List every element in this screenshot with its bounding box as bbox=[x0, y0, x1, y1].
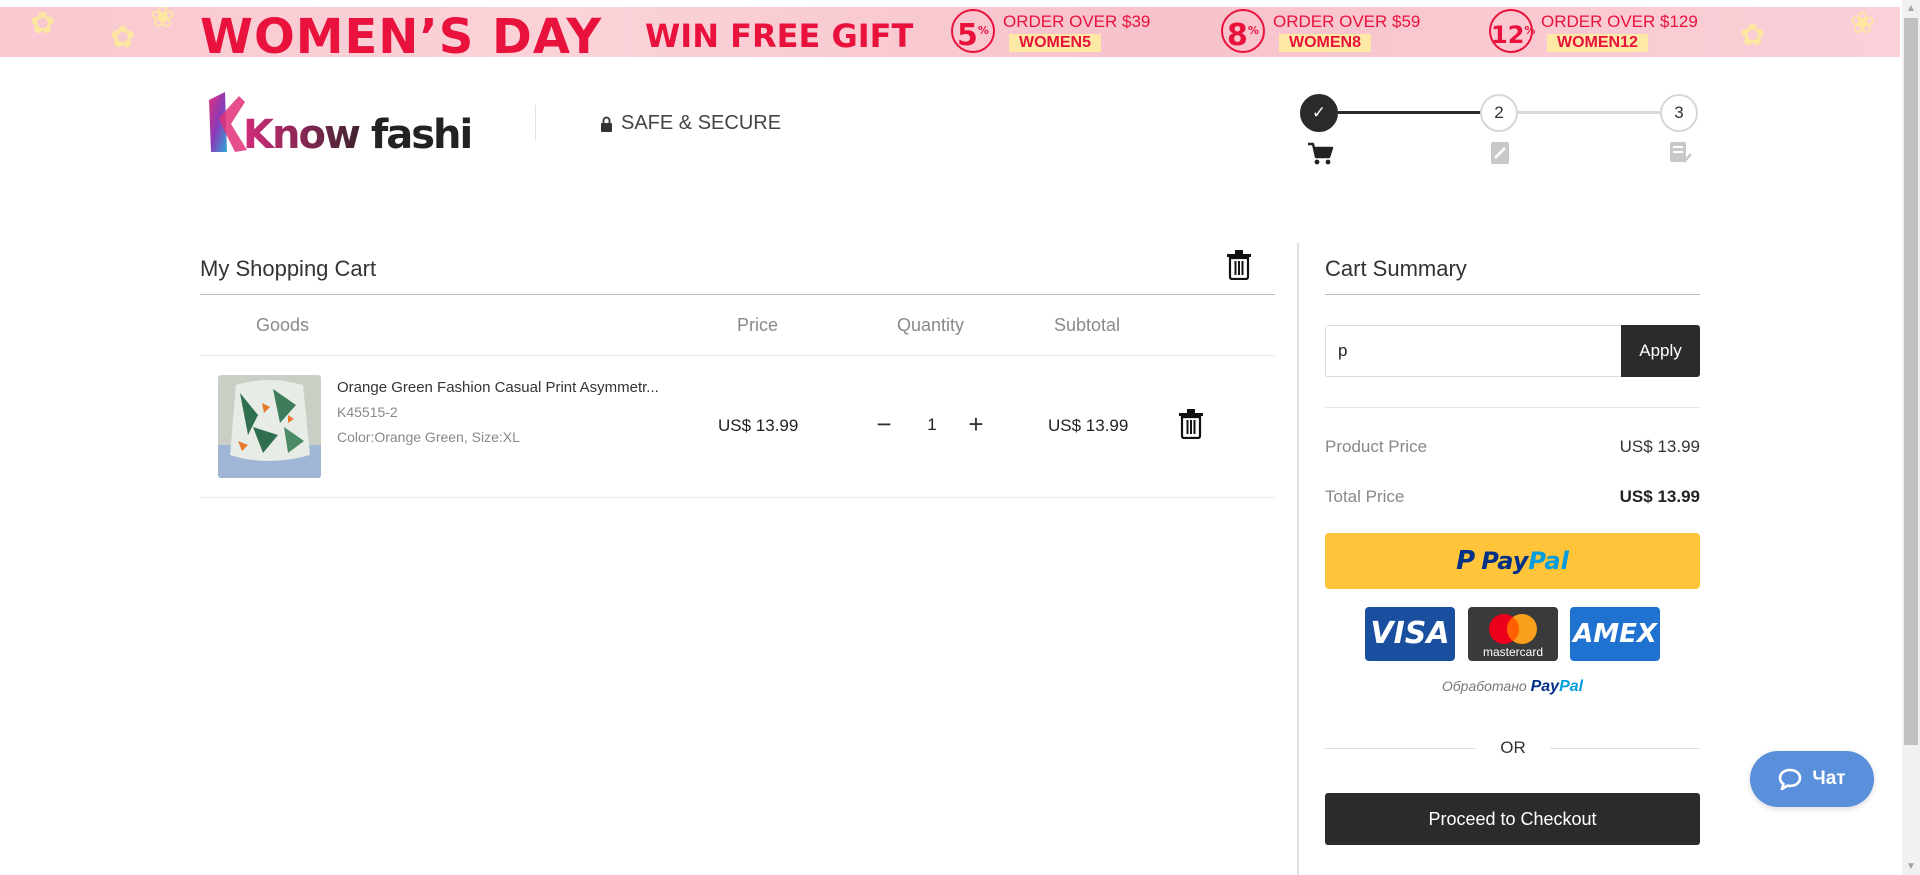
mastercard-label: mastercard bbox=[1482, 645, 1544, 659]
safe-secure-label: SAFE & SECURE bbox=[621, 112, 782, 134]
offer-condition: ORDER OVER $59 bbox=[1273, 12, 1421, 31]
proceed-to-checkout-button[interactable]: Proceed to Checkout bbox=[1325, 793, 1700, 845]
flower-decoration-icon: ✿ bbox=[30, 7, 56, 40]
promo-gift: WIN FREE GIFT bbox=[645, 17, 914, 55]
offer-code: WOMEN8 bbox=[1279, 34, 1371, 52]
mastercard-button[interactable]: mastercard bbox=[1468, 607, 1558, 661]
apply-coupon-button[interactable]: Apply bbox=[1621, 325, 1700, 377]
product-thumbnail[interactable] bbox=[218, 375, 321, 478]
offer-condition: ORDER OVER $39 bbox=[1003, 12, 1151, 31]
visa-card-button[interactable]: VISA bbox=[1365, 607, 1455, 661]
total-price-label: Total Price bbox=[1325, 487, 1405, 506]
flower-decoration-icon: ✿ bbox=[1740, 19, 1766, 52]
summary-divider bbox=[1325, 294, 1700, 295]
processed-paypal-pal: Pal bbox=[1559, 678, 1584, 695]
product-attributes: Color:Orange Green, Size:XL bbox=[337, 429, 520, 445]
step-1-cart: ✓ bbox=[1300, 94, 1338, 132]
product-price: US$ 13.99 bbox=[718, 416, 799, 435]
clear-cart-trash-icon[interactable] bbox=[1226, 250, 1252, 280]
logo-text: Know fashion style bbox=[243, 112, 470, 158]
row-divider bbox=[200, 497, 1275, 498]
chat-label: Чат bbox=[1812, 768, 1846, 789]
summary-title: Cart Summary bbox=[1325, 256, 1467, 281]
row-divider bbox=[200, 355, 1275, 356]
paypal-word-pal: Pal bbox=[1528, 547, 1569, 575]
or-label: OR bbox=[1500, 738, 1526, 757]
processed-paypal-pay: Pay bbox=[1530, 678, 1560, 695]
product-price-label: Product Price bbox=[1325, 437, 1428, 456]
offer-code: WOMEN5 bbox=[1009, 34, 1101, 52]
site-logo[interactable]: Know fashion style bbox=[205, 88, 470, 170]
scroll-down-arrow-icon[interactable]: ▼ bbox=[1902, 858, 1920, 875]
column-divider bbox=[1297, 243, 1299, 875]
or-divider-right bbox=[1550, 748, 1700, 749]
coupon-code-input[interactable] bbox=[1325, 325, 1621, 377]
offer-percent: 12% bbox=[1489, 9, 1535, 53]
scroll-up-arrow-icon[interactable]: ▲ bbox=[1902, 0, 1920, 17]
chat-bubble-icon bbox=[1779, 768, 1802, 790]
processed-by-label: Обработано bbox=[1441, 678, 1527, 694]
offer-condition: ORDER OVER $129 bbox=[1541, 12, 1698, 31]
safe-secure-badge: SAFE & SECURE bbox=[600, 112, 781, 135]
quantity-value[interactable]: 1 bbox=[922, 415, 942, 435]
column-price: Price bbox=[737, 315, 779, 335]
step-progress-pending bbox=[1518, 111, 1660, 114]
cart-icon bbox=[1308, 142, 1334, 165]
offer-percent: 8% bbox=[1221, 9, 1265, 53]
product-sku: K45515-2 bbox=[337, 404, 398, 420]
chat-button[interactable]: Чат bbox=[1750, 751, 1874, 807]
or-divider-left bbox=[1325, 748, 1475, 749]
flower-decoration-icon: ❀ bbox=[150, 7, 176, 34]
cart-title: My Shopping Cart bbox=[200, 256, 377, 281]
scrollbar-thumb[interactable] bbox=[1904, 18, 1918, 745]
step-progress-done bbox=[1338, 111, 1486, 114]
cart-header-divider bbox=[200, 294, 1275, 295]
form-icon bbox=[1491, 142, 1509, 164]
column-subtotal: Subtotal bbox=[1054, 315, 1121, 335]
confirm-icon bbox=[1670, 142, 1692, 163]
flower-decoration-icon: ❀ bbox=[1850, 7, 1876, 40]
quantity-decrease-button[interactable]: − bbox=[872, 411, 896, 437]
lock-icon bbox=[601, 116, 612, 132]
amex-card-button[interactable]: AMEX bbox=[1570, 607, 1660, 661]
total-price-value: US$ 13.99 bbox=[1619, 487, 1700, 506]
processed-by-paypal: Обработано PayPal bbox=[1325, 678, 1700, 696]
product-price-value: US$ 13.99 bbox=[1619, 437, 1700, 456]
paypal-checkout-button[interactable]: P PayPal bbox=[1325, 533, 1700, 589]
paypal-word-pay: Pay bbox=[1481, 547, 1529, 575]
promo-banner[interactable]: ✿ ✿ ❀ ✿ ❀ WOMEN’S DAY WIN FREE GIFT 5% O… bbox=[0, 7, 1900, 57]
flower-decoration-icon: ✿ bbox=[110, 21, 136, 54]
product-name[interactable]: Orange Green Fashion Casual Print Asymme… bbox=[337, 379, 659, 396]
offer-code: WOMEN12 bbox=[1547, 34, 1648, 52]
column-quantity: Quantity bbox=[897, 315, 965, 335]
step-2-info: 2 bbox=[1480, 94, 1518, 132]
header-divider bbox=[535, 105, 536, 141]
product-subtotal: US$ 13.99 bbox=[1048, 416, 1129, 435]
remove-item-trash-icon[interactable] bbox=[1178, 409, 1204, 439]
summary-divider bbox=[1325, 407, 1700, 408]
promo-title: WOMEN’S DAY bbox=[200, 9, 603, 57]
offer-percent: 5% bbox=[951, 9, 995, 53]
column-goods: Goods bbox=[256, 315, 310, 335]
step-3-confirm: 3 bbox=[1660, 94, 1698, 132]
quantity-increase-button[interactable]: + bbox=[964, 411, 988, 437]
page-scrollbar[interactable]: ▲ ▼ bbox=[1902, 0, 1920, 875]
paypal-logo-icon: P bbox=[1456, 546, 1476, 576]
